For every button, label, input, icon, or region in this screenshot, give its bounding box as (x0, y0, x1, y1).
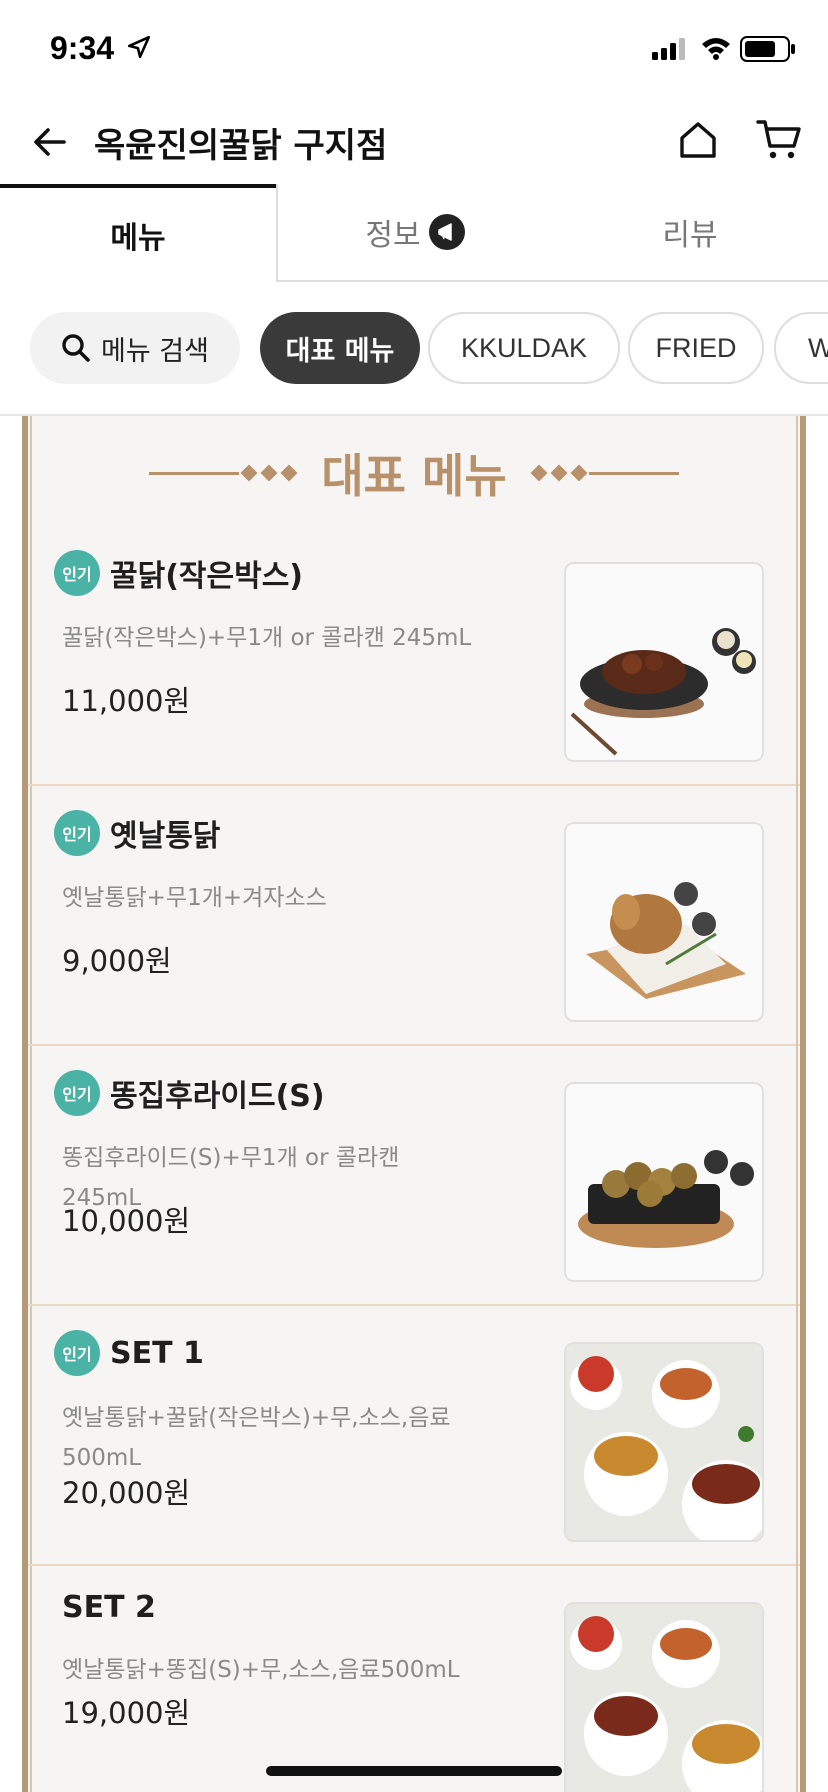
page-title: 옥윤진의꿀닭 구지점 (94, 126, 388, 166)
status-bar: 9:34 (0, 0, 828, 100)
tab-bar: 메뉴 정보 리뷰 (0, 184, 828, 282)
menu-item-price: 19,000원 (62, 1696, 191, 1730)
menu-search-button[interactable]: 메뉴 검색 (30, 312, 240, 384)
search-label: 메뉴 검색 (101, 335, 209, 367)
menu-item-name: 옛날통닭 (110, 819, 221, 854)
chip-label: FRIED (655, 332, 737, 363)
menu-item-name: SET 2 (62, 1590, 156, 1625)
tab-review[interactable]: 리뷰 (552, 184, 828, 282)
section-title: 대표 메뉴 (321, 449, 507, 503)
menu-item-image[interactable] (564, 822, 764, 1022)
menu-item[interactable]: SET 2 옛날통닭+똥집(S)+무,소스,음료500mL 19,000원 (28, 1566, 800, 1792)
chip-kkuldak[interactable]: KKULDAK (428, 312, 620, 384)
menu-panel: 대표 메뉴 인기 꿀닭(작은박스) 꿀닭(작은박스)+무1개 or 콜라캔 24… (22, 416, 806, 1792)
menu-item-name: 꿀닭(작은박스) (110, 559, 304, 594)
chip-representative[interactable]: 대표 메뉴 (260, 312, 420, 384)
chip-fried[interactable]: FRIED (628, 312, 764, 384)
menu-item-image[interactable] (564, 1342, 764, 1542)
menu-item-description: 꿀닭(작은박스)+무1개 or 콜라캔 245mL (62, 625, 472, 651)
menu-item-description: 옛날통닭+무1개+겨자소스 (62, 885, 327, 911)
battery-icon (740, 36, 795, 62)
category-chip-row: 메뉴 검색 대표 메뉴 KKULDAK FRIED W (0, 312, 828, 386)
home-indicator[interactable] (266, 1766, 562, 1776)
home-icon[interactable] (676, 118, 720, 162)
menu-item-price: 9,000원 (62, 944, 172, 978)
menu-item-price: 10,000원 (62, 1204, 191, 1238)
wifi-icon (702, 38, 730, 60)
cart-icon[interactable] (756, 118, 804, 162)
signal-icon (652, 38, 685, 60)
tab-label: 정보 (365, 218, 421, 253)
tab-label: 메뉴 (110, 221, 166, 256)
menu-item-price: 11,000원 (62, 684, 191, 718)
megaphone-icon (428, 214, 465, 250)
tab-label: 리뷰 (662, 218, 718, 253)
section-header: 대표 메뉴 (28, 438, 800, 508)
menu-item[interactable]: 인기 옛날통닭 옛날통닭+무1개+겨자소스 9,000원 (28, 786, 800, 1046)
app-header: 옥윤진의꿀닭 구지점 (0, 100, 828, 184)
menu-item-image[interactable] (564, 1602, 764, 1792)
ornament-left (149, 464, 299, 482)
chip-label: W (808, 332, 828, 363)
tab-info[interactable]: 정보 (276, 184, 552, 282)
popular-badge: 인기 (54, 1330, 100, 1376)
popular-badge: 인기 (54, 810, 100, 856)
location-arrow-icon (127, 35, 151, 59)
tab-menu[interactable]: 메뉴 (0, 184, 276, 282)
search-icon (62, 334, 90, 362)
popular-badge: 인기 (54, 1070, 100, 1116)
chip-next[interactable]: W (774, 312, 828, 384)
chip-label: KKULDAK (460, 332, 588, 363)
menu-item[interactable]: 인기 꿀닭(작은박스) 꿀닭(작은박스)+무1개 or 콜라캔 245mL 11… (28, 526, 800, 786)
menu-item-name: 똥집후라이드(S) (110, 1079, 325, 1114)
menu-item[interactable]: 인기 똥집후라이드(S) 똥집후라이드(S)+무1개 or 콜라캔 245mL … (28, 1046, 800, 1306)
back-arrow-icon[interactable] (30, 122, 70, 162)
chip-label: 대표 메뉴 (285, 335, 395, 367)
ornament-right (529, 464, 679, 482)
status-time: 9:34 (50, 30, 115, 66)
menu-item-image[interactable] (564, 562, 764, 762)
menu-item[interactable]: 인기 SET 1 옛날통닭+꿀닭(작은박스)+무,소스,음료500mL 20,0… (28, 1306, 800, 1566)
menu-item-description: 옛날통닭+똥집(S)+무,소스,음료500mL (62, 1657, 460, 1683)
menu-item-description: 옛날통닭+꿀닭(작은박스)+무,소스,음료500mL (62, 1405, 451, 1471)
popular-badge: 인기 (54, 550, 100, 596)
menu-item-price: 20,000원 (62, 1476, 191, 1510)
menu-item-name: SET 1 (110, 1335, 204, 1371)
menu-item-image[interactable] (564, 1082, 764, 1282)
